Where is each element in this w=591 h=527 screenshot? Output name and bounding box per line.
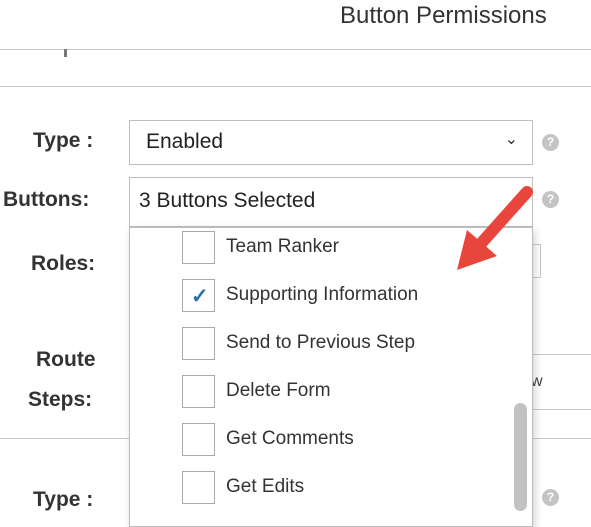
divider-top <box>0 49 591 50</box>
help-icon[interactable]: ? <box>542 191 559 208</box>
type-label: Type : <box>33 129 94 152</box>
page-title: Button Permissions <box>340 2 547 29</box>
annotation-arrow-icon <box>457 186 533 270</box>
checkmark-icon: ✓ <box>191 285 209 308</box>
checkbox[interactable] <box>182 423 215 456</box>
help-icon[interactable]: ? <box>542 134 559 151</box>
option-label: Delete Form <box>226 380 331 401</box>
checkbox[interactable] <box>182 375 215 408</box>
option-label: Get Edits <box>226 476 305 497</box>
checkbox[interactable]: ✓ <box>182 279 215 312</box>
type-select[interactable]: Enabled ⌄ <box>129 120 533 165</box>
route-steps-label-2: Steps: <box>28 388 93 411</box>
option-label: Send to Previous Step <box>226 332 416 353</box>
buttons-label: Buttons: <box>3 188 90 211</box>
buttons-select-value: 3 Buttons Selected <box>139 189 316 212</box>
divider-upper <box>0 86 591 87</box>
roles-label: Roles: <box>31 252 96 275</box>
chevron-down-icon: ⌄ <box>504 131 518 148</box>
type-select-value: Enabled <box>146 130 224 153</box>
type-label-2: Type : <box>33 488 94 511</box>
checkbox[interactable] <box>182 471 215 504</box>
truncated-glyph <box>64 49 67 57</box>
checkbox[interactable] <box>182 327 215 360</box>
scrollbar-thumb[interactable] <box>514 403 527 511</box>
option-label: Team Ranker <box>226 236 339 257</box>
checkbox[interactable] <box>182 231 215 264</box>
option-label: Get Comments <box>226 428 354 449</box>
route-steps-label-1: Route <box>36 348 96 371</box>
help-icon[interactable]: ? <box>542 489 559 506</box>
option-label: Supporting Information <box>226 284 419 305</box>
